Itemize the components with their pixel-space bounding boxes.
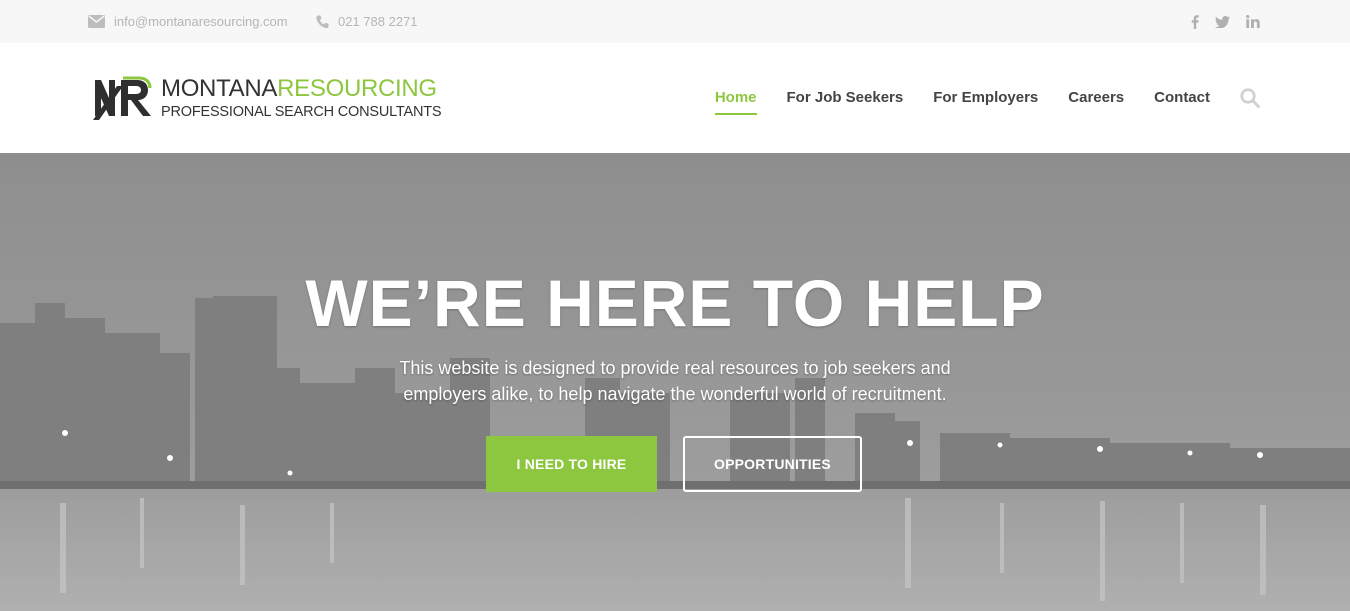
phone-contact[interactable]: 021 788 2271 xyxy=(316,0,418,43)
linkedin-icon[interactable] xyxy=(1246,12,1260,32)
nav-item-employers[interactable]: For Employers xyxy=(933,83,1038,113)
envelope-icon xyxy=(88,15,105,28)
brand-name-part1: MONTANA xyxy=(161,75,278,102)
top-bar: info@montanaresourcing.com 021 788 2271 xyxy=(0,0,1350,43)
email-text[interactable]: info@montanaresourcing.com xyxy=(114,14,288,29)
facebook-icon[interactable] xyxy=(1191,12,1199,32)
logo-mark-icon xyxy=(93,76,152,120)
opportunities-button[interactable]: OPPORTUNITIES xyxy=(683,436,862,492)
brand-tagline: PROFESSIONAL SEARCH CONSULTANTS xyxy=(161,104,442,120)
brand-logo[interactable]: MONTANARESOURCING PROFESSIONAL SEARCH CO… xyxy=(93,75,442,121)
phone-icon xyxy=(316,15,329,28)
search-icon[interactable] xyxy=(1240,88,1260,108)
hire-button[interactable]: I NEED TO HIRE xyxy=(486,436,657,492)
main-nav: Home For Job Seekers For Employers Caree… xyxy=(685,43,1260,153)
nav-item-careers[interactable]: Careers xyxy=(1068,83,1124,113)
twitter-icon[interactable] xyxy=(1215,12,1230,32)
email-contact[interactable]: info@montanaresourcing.com xyxy=(88,0,288,43)
hero-section: WE’RE HERE TO HELP This website is desig… xyxy=(0,153,1350,611)
brand-name-part2: RESOURCING xyxy=(277,75,437,102)
hero-subtext: This website is designed to provide real… xyxy=(399,358,951,404)
nav-item-home[interactable]: Home xyxy=(714,83,757,115)
nav-item-job-seekers[interactable]: For Job Seekers xyxy=(787,83,904,113)
hero-headline: WE’RE HERE TO HELP xyxy=(305,266,1045,340)
brand-name: MONTANARESOURCING xyxy=(161,75,437,103)
nav-item-contact[interactable]: Contact xyxy=(1154,83,1210,113)
site-header: MONTANARESOURCING PROFESSIONAL SEARCH CO… xyxy=(0,43,1350,153)
social-links xyxy=(1191,0,1260,43)
phone-text[interactable]: 021 788 2271 xyxy=(338,14,418,29)
